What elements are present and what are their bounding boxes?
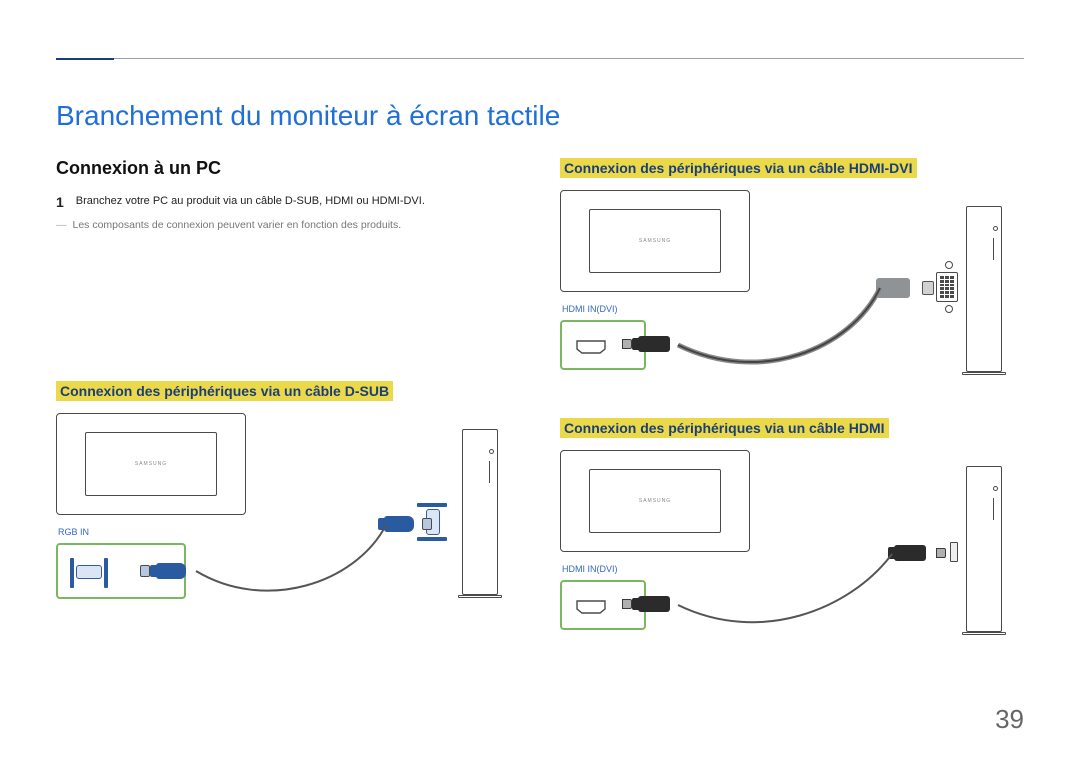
dsub-plug-monitor-icon [156,560,196,582]
monitor-screen: SAMSUNG [85,432,217,496]
manual-page: Branchement du moniteur à écran tactile … [0,0,1080,763]
note-components: Les composants de connexion peuvent vari… [56,219,520,231]
diagram-hdmi: SAMSUNG HDMI IN(DVI) [560,450,1020,650]
dvi-socket-pc-icon [936,272,958,302]
step-1: 1 Branchez votre PC au produit via un câ… [56,195,520,209]
pc-icon [458,429,502,595]
brand-text: SAMSUNG [135,461,167,467]
monitor-screen: SAMSUNG [589,209,721,273]
right-column: Connexion des périphériques via un câble… [560,158,1024,678]
diagram-hdmi-dvi: SAMSUNG HDMI IN(DVI) [560,190,1020,390]
hdmi-plug-monitor-icon [638,593,682,615]
monitor-screen: SAMSUNG [589,469,721,533]
monitor-icon: SAMSUNG [56,413,246,515]
monitor-icon: SAMSUNG [560,190,750,292]
port-label-hdmi: HDMI IN(DVI) [562,564,618,574]
port-label-rgb: RGB IN [58,527,89,537]
port-label-hdmi-dvi: HDMI IN(DVI) [562,304,618,314]
pc-icon [962,466,1006,632]
hdmi-socket-pc-icon [950,542,958,562]
heading-dsub: Connexion des périphériques via un câble… [56,381,393,401]
section-hdmi: Connexion des périphériques via un câble… [560,418,1024,650]
pc-icon [962,206,1006,372]
left-column: Connexion à un PC 1 Branchez votre PC au… [56,158,520,678]
subheading-connexion-pc: Connexion à un PC [56,158,520,179]
dvi-plug-pc-icon [876,274,924,302]
hdmi-socket-icon [576,340,606,354]
page-title: Branchement du moniteur à écran tactile [56,100,1024,132]
dsub-socket-icon [76,565,102,579]
header-rule [56,58,1024,59]
header-accent [56,58,114,60]
section-dsub: Connexion des périphériques via un câble… [56,381,520,613]
hdmi-plug-pc-icon [894,542,938,564]
heading-hdmi-dvi: Connexion des périphériques via un câble… [560,158,917,178]
dsub-plug-pc-icon [384,513,424,535]
heading-hdmi: Connexion des périphériques via un câble… [560,418,889,438]
monitor-icon: SAMSUNG [560,450,750,552]
section-hdmi-dvi: Connexion des périphériques via un câble… [560,158,1024,390]
diagram-dsub: SAMSUNG RGB IN [56,413,516,613]
page-number: 39 [995,704,1024,735]
hdmi-socket-icon [576,600,606,614]
step-text: Branchez votre PC au produit via un câbl… [76,195,425,209]
brand-text: SAMSUNG [639,498,671,504]
brand-text: SAMSUNG [639,238,671,244]
columns: Connexion à un PC 1 Branchez votre PC au… [56,158,1024,678]
hdmi-plug-monitor-icon [638,333,682,355]
step-number: 1 [56,195,64,209]
